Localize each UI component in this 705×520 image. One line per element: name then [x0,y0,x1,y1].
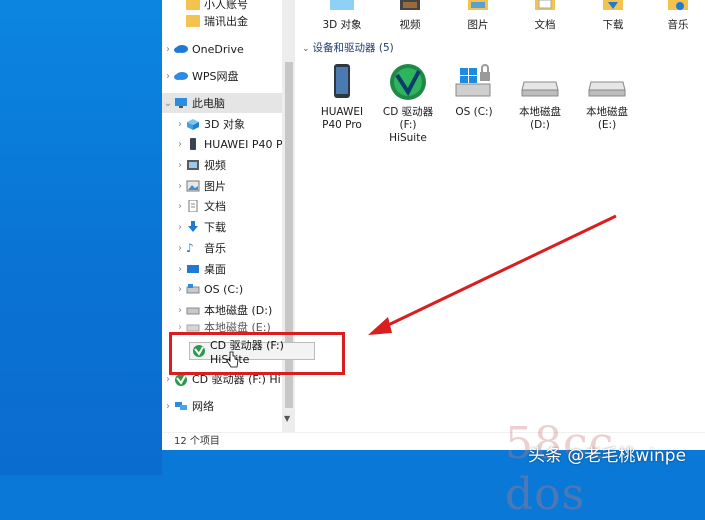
annotation-arrow [368,214,617,335]
watermark: 58cc dos [505,418,615,520]
credit-text: 头条 @老毛桃winpe [528,446,687,466]
